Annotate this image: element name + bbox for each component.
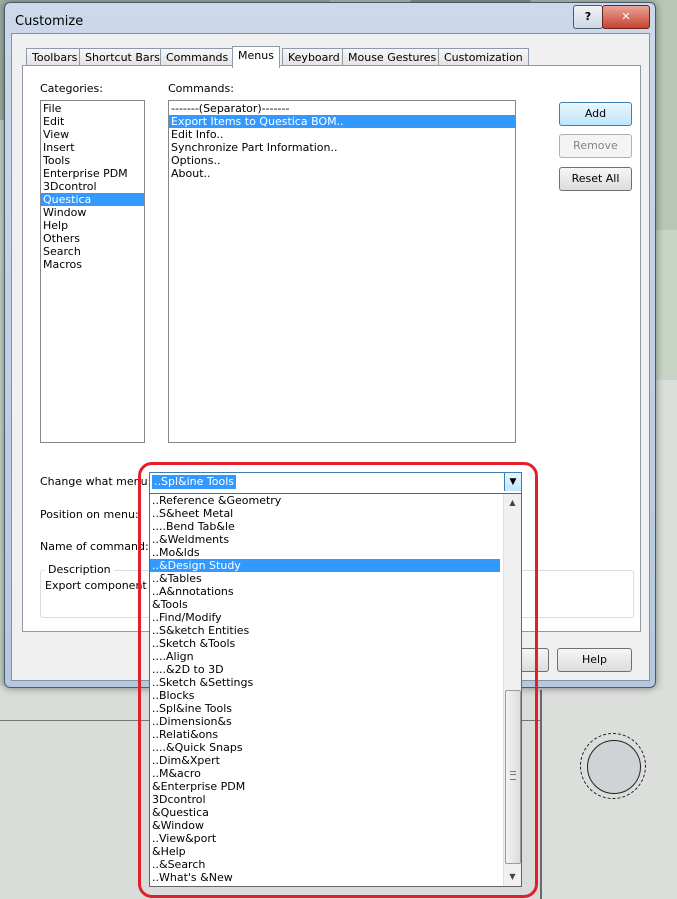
category-item[interactable]: Tools: [41, 154, 144, 167]
description-legend: Description: [45, 563, 114, 576]
category-item[interactable]: Window: [41, 206, 144, 219]
help-icon: ?: [584, 10, 592, 23]
tab-menus[interactable]: Menus: [232, 46, 280, 68]
category-item[interactable]: View: [41, 128, 144, 141]
highlight-annotation: [138, 462, 538, 898]
window-title: Customize: [15, 14, 84, 29]
command-item[interactable]: Synchronize Part Information..: [169, 141, 515, 154]
change-menu-label: Change what menu:: [40, 475, 152, 488]
command-item-selected[interactable]: Export Items to Questica BOM..: [169, 115, 515, 128]
name-of-command-label: Name of command:: [40, 540, 149, 553]
category-item[interactable]: Enterprise PDM: [41, 167, 144, 180]
category-item[interactable]: Help: [41, 219, 144, 232]
command-item[interactable]: Options..: [169, 154, 515, 167]
remove-button[interactable]: Remove: [559, 134, 632, 158]
category-item[interactable]: File: [41, 102, 144, 115]
commands-label: Commands:: [168, 82, 234, 95]
position-label: Position on menu:: [40, 508, 139, 521]
commands-list[interactable]: -------(Separator)------- Export Items t…: [168, 100, 516, 443]
category-item[interactable]: 3Dcontrol: [41, 180, 144, 193]
help-button[interactable]: Help: [557, 648, 632, 672]
add-button[interactable]: Add: [559, 102, 632, 126]
category-item[interactable]: Search: [41, 245, 144, 258]
close-button[interactable]: ✕: [602, 5, 650, 29]
categories-list[interactable]: File Edit View Insert Tools Enterprise P…: [40, 100, 145, 443]
command-item[interactable]: Edit Info..: [169, 128, 515, 141]
category-item[interactable]: Others: [41, 232, 144, 245]
category-item[interactable]: Macros: [41, 258, 144, 271]
command-item[interactable]: About..: [169, 167, 515, 180]
reset-all-button[interactable]: Reset All: [559, 167, 632, 191]
close-icon: ✕: [621, 10, 631, 23]
help-title-button[interactable]: ?: [573, 5, 603, 29]
category-item-selected[interactable]: Questica: [41, 193, 144, 206]
category-item[interactable]: Edit: [41, 115, 144, 128]
command-item[interactable]: -------(Separator)-------: [169, 102, 515, 115]
categories-label: Categories:: [40, 82, 103, 95]
category-item[interactable]: Insert: [41, 141, 144, 154]
cad-hole-circle: [580, 733, 646, 799]
